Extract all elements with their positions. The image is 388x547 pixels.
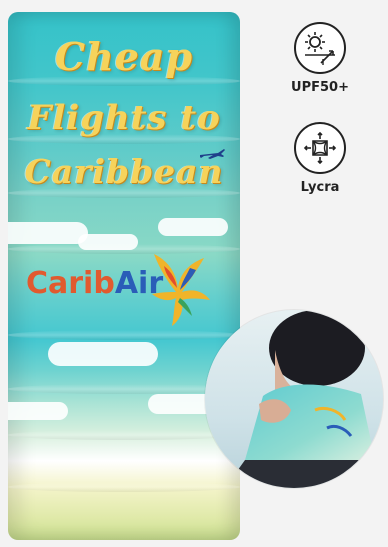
product-image: Cheap Flights to Caribbean CaribAir UPF5…	[0, 0, 388, 547]
bird-logo-icon	[152, 254, 210, 326]
feature-label: Lycra	[300, 180, 340, 195]
slogan-line-2: Flights to	[27, 98, 221, 138]
cloud	[8, 222, 88, 244]
cloud	[8, 402, 68, 420]
brand-logo: CaribAir	[26, 266, 163, 316]
cloud	[48, 342, 158, 366]
cloud	[78, 234, 138, 250]
brand-name-part1: Carib	[26, 266, 115, 301]
airplane-icon	[200, 149, 225, 159]
model-photo	[205, 310, 383, 488]
stretch-fabric-icon	[294, 122, 346, 174]
feature-upf50: UPF50+	[260, 22, 380, 95]
feature-list: UPF50+ Lycra	[252, 0, 388, 220]
sun-protection-icon	[294, 22, 346, 74]
fabric-fold	[8, 430, 240, 440]
fabric-fold	[8, 482, 240, 492]
cloud	[158, 218, 228, 236]
slogan-line-1: Cheap	[54, 34, 194, 79]
neck-gaiter: Cheap Flights to Caribbean CaribAir	[8, 12, 240, 540]
feature-label: UPF50+	[291, 80, 349, 95]
feature-lycra: Lycra	[260, 122, 380, 195]
fabric-fold	[8, 330, 240, 340]
